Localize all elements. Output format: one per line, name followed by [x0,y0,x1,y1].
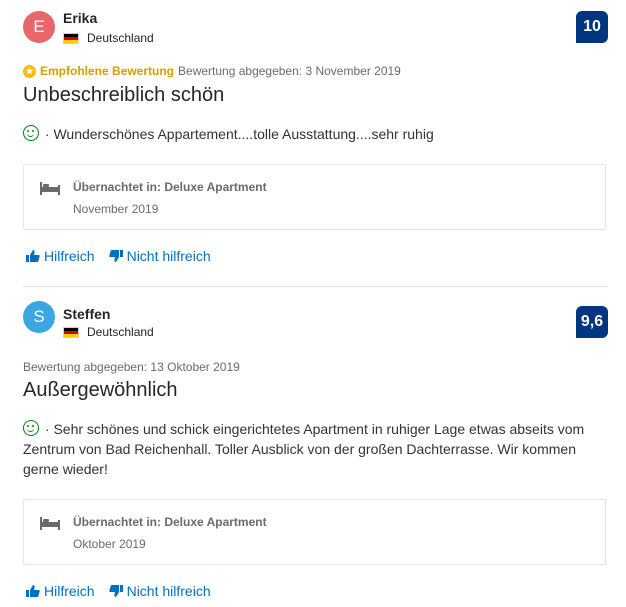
thumbs-up-icon [26,585,40,597]
review-meta: Bewertung abgegeben: 13 Oktober 2019 [23,360,240,374]
review-date: Bewertung abgegeben: 3 November 2019 [178,64,401,78]
thumbs-down-icon [108,585,123,597]
review-positive-text: · Sehr schönes und schick eingerichtetes… [23,421,585,477]
review-title: Außergewöhnlich [23,379,178,401]
stay-date: Oktober 2019 [73,537,146,551]
score-badge: 9,6 [576,306,608,338]
stay-date: November 2019 [73,202,159,216]
not-helpful-label: Nicht hilfreich [126,248,211,264]
german-flag-icon [63,326,79,338]
german-flag-icon [63,32,79,44]
helpful-button[interactable]: Hilfreich [26,248,95,264]
review-date: Bewertung abgegeben: 13 Oktober 2019 [23,360,240,374]
stay-room-label: Übernachtet in: Deluxe Apartment [73,180,267,194]
star-icon: ★ [23,64,36,78]
review-actions: Hilfreich Nicht hilfreich [26,583,211,599]
helpful-label: Hilfreich [44,583,95,599]
bed-icon [40,182,60,195]
reviewer-name: Steffen [63,306,111,322]
thumbs-up-icon [26,250,40,262]
country-label: Deutschland [87,31,154,45]
review-meta: ★ Empfohlene Bewertung Bewertung abgegeb… [23,64,401,78]
avatar: E [23,11,55,43]
review-actions: Hilfreich Nicht hilfreich [26,248,211,264]
review-positive: · Wunderschönes Appartement....tolle Aus… [23,124,613,144]
reviewer-country: Deutschland [63,31,154,45]
recommended-label: Empfohlene Bewertung [40,64,175,78]
score-badge: 10 [576,11,608,43]
avatar: S [23,301,55,333]
helpful-button[interactable]: Hilfreich [26,583,95,599]
stay-room-label: Übernachtet in: Deluxe Apartment [73,515,267,529]
thumbs-down-icon [108,250,123,262]
review-positive: · Sehr schönes und schick eingerichtetes… [23,419,613,479]
country-label: Deutschland [87,325,154,339]
reviewer-country: Deutschland [63,325,154,339]
reviewer-name: Erika [63,10,98,26]
helpful-label: Hilfreich [44,248,95,264]
review-divider [23,286,608,287]
bed-icon [40,517,60,530]
review-title: Unbeschreiblich schön [23,84,225,106]
not-helpful-label: Nicht hilfreich [126,583,211,599]
review-positive-text: · Wunderschönes Appartement....tolle Aus… [44,126,434,142]
stay-info: Übernachtet in: Deluxe Apartment Novembe… [23,164,606,230]
smiley-icon [23,420,39,436]
not-helpful-button[interactable]: Nicht hilfreich [108,248,211,264]
stay-info: Übernachtet in: Deluxe Apartment Oktober… [23,499,606,565]
recommended-badge: ★ Empfohlene Bewertung [23,64,174,78]
not-helpful-button[interactable]: Nicht hilfreich [108,583,211,599]
smiley-icon [23,125,39,141]
